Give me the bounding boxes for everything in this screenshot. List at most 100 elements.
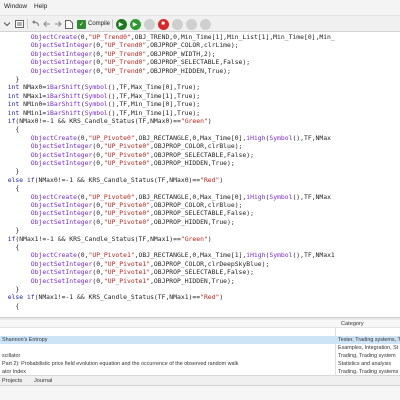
code-line[interactable]: ObjectCreate(0,"UP_Pivote0",OBJ_RECTANGL…	[0, 193, 331, 201]
result-row[interactable]: Shannon's Entropy Tester, Trading systems…	[0, 336, 400, 344]
start-history-button[interactable]: ▶	[129, 18, 141, 30]
code-token: (0,	[92, 259, 104, 268]
result-row[interactable]: scillator Trading, Trading system	[0, 352, 400, 360]
code-token: }	[15, 226, 20, 235]
code-line[interactable]: {	[0, 125, 19, 133]
dropdown-arrow-icon[interactable]	[3, 18, 11, 30]
code-line[interactable]: ObjectSetInteger(0,"UP_Pivote1",OBJPROP_…	[0, 268, 254, 276]
code-line[interactable]: int NMin0=iBarShift(Symbol(),TF,Min_Time…	[0, 100, 200, 108]
code-line[interactable]: else if(NMax0!=-1 && KRS_Candle_Status(T…	[0, 175, 224, 184]
code-token: int	[7, 91, 20, 100]
window-list-icon[interactable]	[14, 18, 24, 30]
code-token: ,OBJPROP_COLOR,clrLime);	[146, 41, 239, 50]
code-token: ,OBJ_RECTANGLE,0,Max_Time[1],	[134, 251, 247, 260]
code-token: else if	[7, 175, 35, 184]
stop-button[interactable]: ■	[157, 18, 169, 30]
code-token: ObjectSetInteger	[30, 58, 93, 67]
undo-icon[interactable]	[30, 18, 40, 30]
code-token: iHigh	[246, 133, 266, 142]
compile-button[interactable]: ✓ Compile	[77, 18, 110, 30]
result-row[interactable]: Part 2): Probabilistic price field evolu…	[0, 360, 400, 368]
check-icon: ✓	[77, 19, 86, 29]
code-token: ,OBJPROP_HIDDEN,True);	[150, 159, 235, 167]
code-line[interactable]: }	[0, 285, 19, 293]
code-line[interactable]: ObjectSetInteger(0,"UP_Pivote0",OBJPROP_…	[0, 151, 254, 159]
code-token: ObjectSetInteger	[30, 150, 93, 159]
code-line[interactable]: ObjectCreate(0,"UP_Pivote1",OBJ_RECTANGL…	[0, 251, 335, 259]
menu-help[interactable]: Help	[34, 3, 47, 10]
result-title: Shannon's Entropy	[2, 337, 48, 343]
code-token: (0,	[92, 268, 104, 277]
code-token: ,OBJPROP_COLOR,clrDeepSkyBlue);	[150, 259, 270, 268]
code-line[interactable]: int NMax0=iBarShift(Symbol(),TF,Max_Time…	[0, 83, 200, 91]
code-token: "UP_Trend0"	[103, 49, 147, 58]
pause-button[interactable]	[143, 18, 155, 30]
result-row[interactable]	[0, 328, 400, 336]
code-token: }	[15, 167, 20, 176]
document-icon[interactable]	[64, 18, 74, 30]
forward-arrow-icon[interactable]	[53, 18, 62, 30]
code-line[interactable]: ObjectSetInteger(0,"UP_Pivote1",OBJPROP_…	[0, 259, 270, 268]
code-token: iBarShift	[46, 108, 81, 117]
code-token: ,OBJPROP_SELECTABLE,False);	[146, 58, 251, 67]
code-line[interactable]: ObjectSetInteger(0,"UP_Pivote1",OBJPROP_…	[0, 277, 235, 285]
result-row[interactable]: Examples, Integration, St	[0, 344, 400, 352]
tab-projects[interactable]: Projects	[2, 378, 22, 384]
code-token: {	[15, 184, 20, 193]
code-line[interactable]: if(NMax0!=-1 && KRS_Candle_Status(TF,NMa…	[0, 117, 212, 125]
code-line[interactable]: }	[0, 226, 19, 234]
code-token: (0,	[76, 33, 89, 41]
code-line[interactable]: ObjectSetInteger(0,"UP_Pivote0",OBJPROP_…	[0, 159, 235, 167]
code-editor[interactable]: ObjectCreate(0,"UP_Trend0",OBJ_TREND,0,M…	[0, 32, 400, 318]
code-line[interactable]: ObjectSetInteger(0,"UP_Trend0",OBJPROP_H…	[0, 67, 231, 75]
code-line[interactable]: {	[0, 302, 19, 310]
code-token: (0,	[92, 142, 104, 151]
code-token: ObjectSetInteger	[30, 268, 93, 277]
category-column-header[interactable]: Category	[341, 321, 364, 327]
tab-journal[interactable]: Journal	[34, 378, 52, 384]
code-line[interactable]: {	[0, 184, 19, 192]
code-line[interactable]: ObjectSetInteger(0,"UP_Trend0",OBJPROP_S…	[0, 58, 250, 66]
code-token: ,OBJPROP_COLOR,clrBlue);	[150, 142, 243, 151]
play-icon: ▶	[115, 18, 127, 30]
menu-bar: Window Help	[0, 0, 400, 16]
code-token: ObjectSetInteger	[30, 41, 93, 50]
code-token: Symbol	[84, 83, 108, 92]
code-line[interactable]: {	[0, 243, 19, 251]
result-category: Trading, Trading system	[338, 353, 396, 359]
result-row[interactable]: ator Index Trading, Trading systems	[0, 368, 400, 376]
start-debug-button[interactable]: ▶	[115, 18, 127, 30]
code-line[interactable]: ObjectSetInteger(0,"UP_Pivote0",OBJPROP_…	[0, 218, 235, 226]
code-line[interactable]: int NMin1=iBarShift(Symbol(),TF,Min_Time…	[0, 109, 200, 117]
code-token: "UP_Pivote1"	[103, 268, 151, 277]
code-token: ,OBJPROP_SELECTABLE,False);	[150, 209, 254, 218]
code-line[interactable]: else if(NMax1!=-1 && KRS_Candle_Status(T…	[0, 293, 224, 301]
code-token: "UP_Pivote0"	[88, 133, 135, 142]
back-arrow-icon[interactable]	[42, 18, 51, 30]
code-token: }	[15, 285, 20, 293]
code-token: "UP_Pivote1"	[88, 251, 135, 260]
code-token: )	[207, 117, 212, 125]
code-token: ObjectCreate	[30, 192, 77, 201]
code-line[interactable]: ObjectCreate(0,"UP_Pivote0",OBJ_RECTANGL…	[0, 134, 331, 142]
code-line[interactable]: if(NMax1!=-1 && KRS_Candle_Status(TF,NMa…	[0, 235, 212, 243]
code-line[interactable]: ObjectSetInteger(0,"UP_Pivote0",OBJPROP_…	[0, 209, 254, 217]
step-over-button[interactable]	[185, 18, 197, 30]
code-token: "Red"	[200, 175, 220, 184]
step-into-button[interactable]	[171, 18, 183, 30]
code-line[interactable]: ObjectSetInteger(0,"UP_Trend0",OBJPROP_C…	[0, 41, 239, 49]
code-line[interactable]: ObjectCreate(0,"UP_Trend0",OBJ_TREND,0,M…	[0, 33, 335, 41]
code-line[interactable]: }	[0, 167, 19, 175]
code-token: (0,	[92, 201, 104, 209]
code-line[interactable]: int NMax1=iBarShift(Symbol(),TF,Max_Time…	[0, 92, 200, 100]
code-line[interactable]: ObjectSetInteger(0,"UP_Pivote0",OBJPROP_…	[0, 201, 243, 209]
code-line[interactable]: ObjectSetInteger(0,"UP_Trend0",OBJPROP_W…	[0, 49, 216, 58]
code-line[interactable]: }	[0, 75, 19, 83]
menu-window[interactable]: Window	[4, 3, 27, 10]
code-token: Symbol	[84, 100, 108, 109]
code-line[interactable]: ObjectSetInteger(0,"UP_Pivote0",OBJPROP_…	[0, 142, 243, 151]
step-out-button[interactable]	[199, 18, 211, 30]
code-token: )	[219, 175, 224, 184]
code-token: ObjectSetInteger	[30, 142, 93, 151]
code-token: iHigh	[246, 251, 266, 260]
